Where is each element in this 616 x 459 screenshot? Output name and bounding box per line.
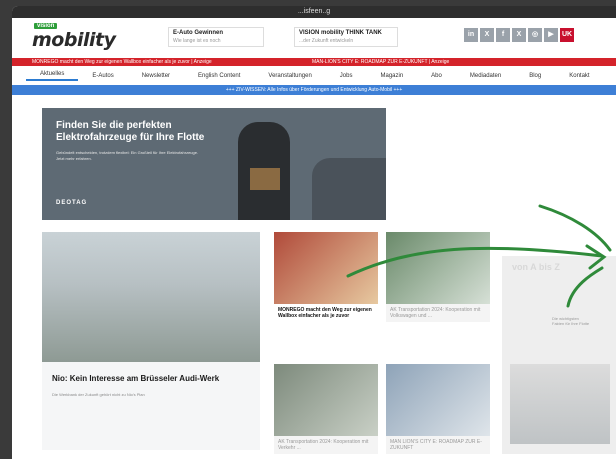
article-image <box>42 232 260 362</box>
article-image <box>386 364 490 436</box>
promo-box-title: E-Auto Gewinnen <box>173 30 223 36</box>
nav-item-abo[interactable]: Abo <box>417 73 456 79</box>
ticker-right[interactable]: MAN-LION'S CITY E: ROADMAP ZUR E-ZUKUNFT… <box>312 58 449 66</box>
nav-item-english[interactable]: English Content <box>184 73 254 79</box>
article-card[interactable]: AK Transportation 2024: Kooperation mit … <box>274 364 378 454</box>
article-title[interactable]: AK Transportation 2024: Kooperation mit … <box>274 436 378 454</box>
side-ad-image <box>510 364 610 444</box>
nav-item-jobs[interactable]: Jobs <box>326 73 367 79</box>
promo-box-sub: ...der Zukunft entwickeln <box>299 38 354 44</box>
article-meta: Die Werkbank der Zukunft gehört nicht zu… <box>52 392 145 397</box>
nav-item-blog[interactable]: Blog <box>515 73 555 79</box>
ad-ticker-bar[interactable]: MONREGO macht den Weg zur eigenen Wallbo… <box>12 58 616 66</box>
article-image <box>274 364 378 436</box>
facebook-icon[interactable]: f <box>496 28 510 42</box>
main-nav: Aktuelles E-Autos Newsletter English Con… <box>12 66 616 85</box>
nav-item-veranstaltungen[interactable]: Veranstaltungen <box>254 73 325 79</box>
promo-box-thinktank[interactable]: VISION mobility THINK TANK ...der Zukunf… <box>294 27 398 47</box>
uk-flag-icon[interactable]: UK <box>560 28 574 42</box>
hero-subtitle: Gebündelt entscheiden, trotzdem flexibel… <box>56 150 199 161</box>
nav-item-kontakt[interactable]: Kontakt <box>555 73 603 79</box>
car-image <box>312 158 386 220</box>
hero-title: Finden Sie die perfekten Elektrofahrzeug… <box>56 120 205 143</box>
hero-brand-logo: DEOTAG <box>56 200 88 206</box>
nav-item-newsletter[interactable]: Newsletter <box>128 73 184 79</box>
x-icon[interactable]: X <box>512 28 526 42</box>
site-header: vision mobility E-Auto Gewinnen Wie lang… <box>12 18 616 58</box>
article-title[interactable]: Nio: Kein Interesse am Brüsseler Audi-We… <box>52 374 250 384</box>
article-image <box>274 232 378 304</box>
site-logo[interactable]: mobility <box>32 29 116 51</box>
side-ad-title: von A bis Z <box>512 262 560 272</box>
article-title[interactable]: MAN LION'S CITY E: ROADMAP ZUR E-ZUKUNFT <box>386 436 490 454</box>
browser-window: ...isfeen..g vision mobility E-Auto Gewi… <box>12 6 616 459</box>
article-title[interactable]: MONREGO macht den Weg zur eigenen Wallbo… <box>274 304 378 322</box>
nav-item-magazin[interactable]: Magazin <box>366 73 417 79</box>
ticker-left[interactable]: MONREGO macht den Weg zur eigenen Wallbo… <box>32 58 212 66</box>
youtube-icon[interactable]: ▶ <box>544 28 558 42</box>
promo-box-sub: Wie lange ist es noch <box>173 38 221 44</box>
nav-item-eautos[interactable]: E-Autos <box>78 73 127 79</box>
info-banner[interactable]: +++ ZIV-WISSEN: Alle Infos über Förderun… <box>12 85 616 95</box>
article-title[interactable]: AK Transportation 2024: Kooperation mit … <box>386 304 490 322</box>
side-ad-sub: Die wichtigsten Fakten für Ihre Flotte <box>552 316 590 326</box>
article-card[interactable]: AK Transportation 2024: Kooperation mit … <box>386 232 490 322</box>
parcel-image <box>250 168 280 190</box>
hero-ad-banner[interactable]: Finden Sie die perfekten Elektrofahrzeug… <box>42 108 386 220</box>
side-ad[interactable]: von A bis Z Die wichtigsten Fakten für I… <box>502 256 616 454</box>
article-card[interactable]: MONREGO macht den Weg zur eigenen Wallbo… <box>274 232 378 322</box>
xing-icon[interactable]: X <box>480 28 494 42</box>
article-image <box>386 232 490 304</box>
instagram-icon[interactable]: ◎ <box>528 28 542 42</box>
article-card[interactable]: MAN LION'S CITY E: ROADMAP ZUR E-ZUKUNFT <box>386 364 490 454</box>
annotation-arrow-top <box>538 204 612 252</box>
nav-item-aktuelles[interactable]: Aktuelles <box>26 71 79 81</box>
social-links: in X f X ◎ ▶ UK <box>464 28 574 42</box>
window-title: ...isfeen..g <box>12 6 616 18</box>
linkedin-icon[interactable]: in <box>464 28 478 42</box>
promo-box-gewinnen[interactable]: E-Auto Gewinnen Wie lange ist es noch <box>168 27 264 47</box>
featured-article-card[interactable]: Nio: Kein Interesse am Brüsseler Audi-We… <box>42 232 260 450</box>
nav-item-mediadaten[interactable]: Mediadaten <box>456 73 515 79</box>
promo-box-title: VISION mobility THINK TANK <box>299 30 382 36</box>
